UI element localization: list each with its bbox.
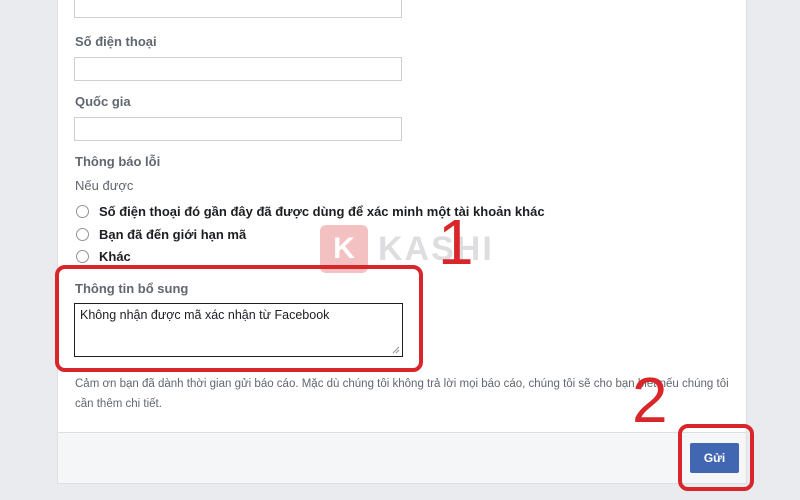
radio-option-phone-used[interactable]: Số điện thoại đó gần đây đã được dùng để…: [76, 202, 545, 220]
radio-option-label: Khác: [99, 248, 131, 264]
watermark-text: KASHI: [378, 229, 494, 268]
form-footer: [57, 432, 747, 484]
radio-option-other[interactable]: Khác: [76, 247, 131, 265]
radio-button[interactable]: [76, 249, 89, 263]
radio-option-label: Bạn đã đến giới hạn mã: [99, 226, 247, 242]
country-label: Quốc gia: [75, 94, 131, 109]
step-number-2: 2: [632, 364, 668, 436]
radio-button[interactable]: [76, 204, 89, 218]
radio-option-label: Số điện thoại đó gần đây đã được dùng để…: [99, 203, 545, 219]
error-message-label: Thông báo lỗi: [75, 154, 161, 169]
if-possible-label: Nếu được: [75, 178, 134, 193]
radio-option-code-limit[interactable]: Bạn đã đến giới hạn mã: [76, 225, 246, 243]
country-input[interactable]: [74, 117, 402, 141]
previous-field-input[interactable]: [74, 0, 402, 18]
step-number-1: 1: [438, 206, 474, 278]
phone-label: Số điện thoại: [75, 34, 157, 49]
highlight-box-step-1: [55, 265, 423, 372]
phone-input[interactable]: [74, 57, 402, 81]
highlight-box-step-2: [678, 424, 754, 491]
radio-button[interactable]: [76, 227, 89, 241]
